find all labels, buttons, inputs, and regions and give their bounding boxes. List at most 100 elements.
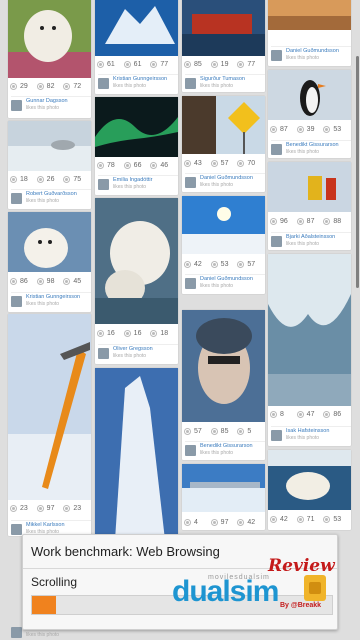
liker-name[interactable]: Gunnar Dagsson: [26, 98, 92, 104]
like-icon[interactable]: [210, 518, 218, 526]
photo-card[interactable]: 16 16 18 Óliver Gregsson likes this phot…: [95, 198, 178, 364]
photo-card[interactable]: 23 97 23 Mikkel Karlsson likes this phot…: [8, 314, 91, 536]
liker-name[interactable]: Mikkel Karlsson: [26, 522, 92, 528]
comment-icon[interactable]: [184, 427, 191, 435]
liker-row[interactable]: Daniel Guðmundsson likes this photo: [185, 274, 266, 289]
view-icon[interactable]: [237, 60, 245, 68]
liker-row[interactable]: Kristian Gunngeirsson likes this photo: [11, 292, 92, 307]
like-icon[interactable]: [210, 60, 218, 68]
like-icon[interactable]: [123, 161, 131, 169]
photo-sunset-ice[interactable]: [268, 0, 351, 30]
photo-red-houses[interactable]: [182, 0, 265, 56]
like-icon[interactable]: [210, 260, 218, 268]
photo-ice-cave[interactable]: [268, 254, 351, 406]
liker-row[interactable]: Daniel Guðmundsson likes this photo: [271, 46, 352, 61]
photo-card[interactable]: 57 85 5 Benedikt Gissurarson likes this …: [182, 310, 265, 460]
like-icon[interactable]: [36, 175, 44, 183]
liker-row[interactable]: Gunnar Dagsson likes this photo: [11, 96, 92, 111]
view-icon[interactable]: [237, 260, 245, 268]
liker-name[interactable]: Bjarki Aðalsteinsson: [286, 234, 352, 240]
liker-row[interactable]: Kristian Gunngeirsson likes this photo: [98, 74, 179, 89]
liker-name[interactable]: Daniel Guðmundsson: [200, 175, 266, 181]
liker-row[interactable]: Mikkel Karlsson likes this photo: [11, 520, 92, 535]
view-icon[interactable]: [150, 60, 158, 68]
view-icon[interactable]: [237, 518, 245, 526]
photo-snow-hikers[interactable]: [268, 162, 351, 212]
liker-name[interactable]: Daniel Guðmundsson: [286, 48, 352, 54]
like-icon[interactable]: [36, 277, 44, 285]
view-icon[interactable]: [237, 159, 245, 167]
comment-icon[interactable]: [270, 125, 277, 133]
view-icon[interactable]: [237, 427, 245, 435]
photo-penguin[interactable]: [268, 70, 351, 120]
photo-ice-axe[interactable]: [8, 314, 91, 500]
comment-icon[interactable]: [10, 175, 17, 183]
like-icon[interactable]: [123, 60, 131, 68]
photo-card[interactable]: 86 98 45 Kristian Gunngeirsson likes thi…: [8, 212, 91, 312]
photo-moose-sign[interactable]: [182, 96, 265, 154]
photo-northern-lights[interactable]: [95, 97, 178, 157]
scrollbar[interactable]: [356, 56, 359, 288]
photo-card[interactable]: 96 87 88 Bjarki Aðalsteinsson likes this…: [268, 162, 351, 250]
liker-row[interactable]: Bjarki Aðalsteinsson likes this photo: [271, 232, 352, 247]
photo-polar-bear-water[interactable]: [268, 450, 351, 510]
liker-name[interactable]: Robert Guðvarðsson: [26, 191, 92, 197]
like-icon[interactable]: [123, 329, 131, 337]
photo-ice-spire[interactable]: [95, 368, 178, 540]
photo-card[interactable]: [95, 368, 178, 540]
photo-card[interactable]: 18 26 75 Robert Guðvarðsson likes this p…: [8, 121, 91, 209]
photo-frozen-pier[interactable]: [182, 464, 265, 512]
like-icon[interactable]: [296, 410, 304, 418]
view-icon[interactable]: [323, 125, 331, 133]
like-icon[interactable]: [296, 515, 304, 523]
liker-row[interactable]: Ísak Hafsteinsson likes this photo: [271, 426, 352, 441]
view-icon[interactable]: [63, 277, 71, 285]
photo-card[interactable]: 78 66 46 Emilia Ingadóttir likes this ph…: [95, 97, 178, 195]
liker-name[interactable]: Benedikt Gissurarson: [286, 142, 352, 148]
comment-icon[interactable]: [270, 515, 277, 523]
view-icon[interactable]: [63, 82, 71, 90]
photo-polar-bear-flowers[interactable]: [8, 0, 91, 78]
comment-icon[interactable]: [97, 161, 104, 169]
comment-icon[interactable]: [10, 277, 17, 285]
like-icon[interactable]: [210, 427, 218, 435]
comment-icon[interactable]: [97, 60, 104, 68]
comment-icon[interactable]: [270, 410, 277, 418]
comment-icon[interactable]: [184, 159, 191, 167]
like-icon[interactable]: [210, 159, 218, 167]
photo-card[interactable]: 42 71 53: [268, 450, 351, 530]
like-icon[interactable]: [296, 217, 304, 225]
liker-row[interactable]: Emilia Ingadóttir likes this photo: [98, 175, 179, 190]
photo-seal-ice[interactable]: [8, 121, 91, 171]
photo-card[interactable]: 61 61 77 Kristian Gunngeirsson likes thi…: [95, 0, 178, 94]
photo-polar-bears[interactable]: [95, 198, 178, 324]
comment-icon[interactable]: [184, 260, 191, 268]
liker-row[interactable]: Sigurður Tumason likes this photo: [185, 74, 266, 89]
liker-name[interactable]: Kristian Gunngeirsson: [113, 76, 179, 82]
liker-name[interactable]: Sigurður Tumason: [200, 76, 266, 82]
photo-iceberg-blue[interactable]: [95, 0, 178, 56]
photo-polar-bear-cub[interactable]: [8, 212, 91, 272]
photo-snow-sun[interactable]: [182, 196, 265, 254]
liker-name[interactable]: Ísak Hafsteinsson: [286, 428, 352, 434]
photo-card[interactable]: 43 57 70 Daniel Guðmundsson likes this p…: [182, 96, 265, 192]
comment-icon[interactable]: [97, 329, 104, 337]
comment-icon[interactable]: [270, 217, 277, 225]
view-icon[interactable]: [323, 410, 331, 418]
liker-name[interactable]: Emilia Ingadóttir: [113, 177, 179, 183]
photo-card[interactable]: 42 53 57 Daniel Guðmundsson likes this p…: [182, 196, 265, 294]
photo-card[interactable]: 4 97 42: [182, 464, 265, 530]
liker-row[interactable]: Óliver Gregsson likes this photo: [98, 344, 178, 359]
liker-name[interactable]: Daniel Guðmundsson: [200, 276, 266, 282]
photo-card[interactable]: 29 82 72 Gunnar Dagsson likes this photo: [8, 0, 91, 118]
view-icon[interactable]: [150, 329, 158, 337]
like-icon[interactable]: [296, 125, 304, 133]
liker-name[interactable]: Benedikt Gissurarson: [200, 443, 266, 449]
liker-name[interactable]: Kristian Gunngeirsson: [26, 294, 92, 300]
view-icon[interactable]: [150, 161, 158, 169]
photo-card[interactable]: 87 39 53 Benedikt Gissurarson likes this…: [268, 70, 351, 158]
comment-icon[interactable]: [184, 518, 191, 526]
liker-row[interactable]: Benedikt Gissurarson likes this photo: [185, 441, 266, 456]
photo-frozen-face[interactable]: [182, 310, 265, 422]
comment-icon[interactable]: [10, 504, 17, 512]
